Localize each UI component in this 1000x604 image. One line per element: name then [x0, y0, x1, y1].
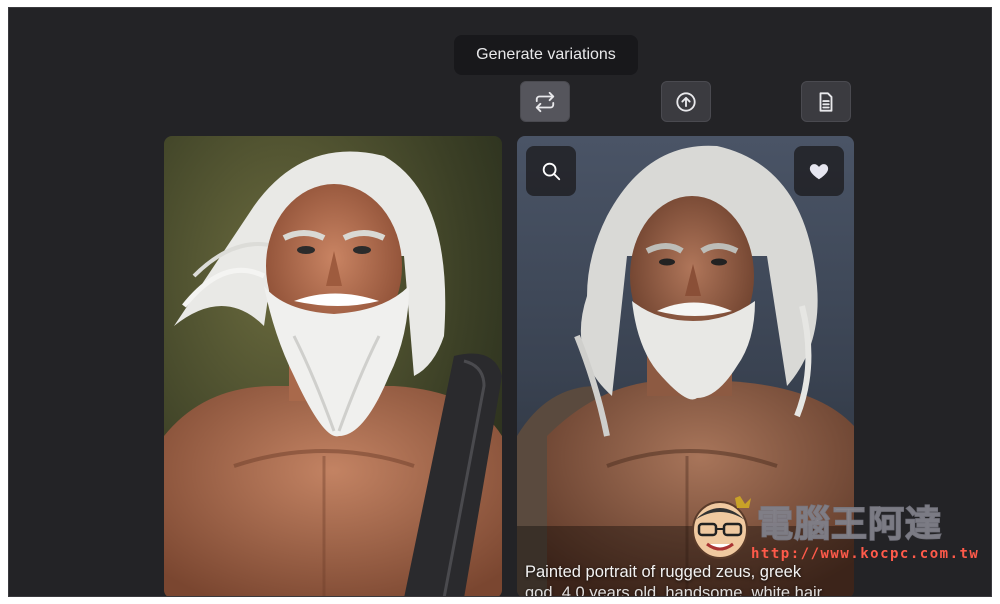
document-button[interactable]	[801, 81, 851, 122]
watermark-url: http://www.kocpc.com.tw	[751, 546, 980, 562]
repeat-arrows-icon	[535, 91, 555, 112]
favorite-button[interactable]	[794, 146, 844, 196]
search-icon	[542, 162, 561, 181]
heart-icon	[809, 164, 829, 180]
generate-variations-button[interactable]	[520, 81, 570, 122]
site-watermark: 電腦王阿達 http://www.kocpc.com.tw	[685, 490, 978, 570]
document-icon	[819, 91, 833, 112]
mascot-logo	[692, 496, 751, 559]
watermark-title: 電腦王阿達	[756, 503, 943, 546]
arrow-up-circle-icon	[676, 91, 696, 112]
zoom-search-button[interactable]	[526, 146, 576, 196]
zeus-portrait-image-1	[164, 136, 502, 596]
caption-line-2: god, 4 0 years old, handsome, white hair	[525, 584, 823, 597]
upload-button[interactable]	[661, 81, 711, 122]
generate-variations-tooltip: Generate variations	[454, 35, 638, 75]
portrait-card-1[interactable]	[164, 136, 502, 596]
